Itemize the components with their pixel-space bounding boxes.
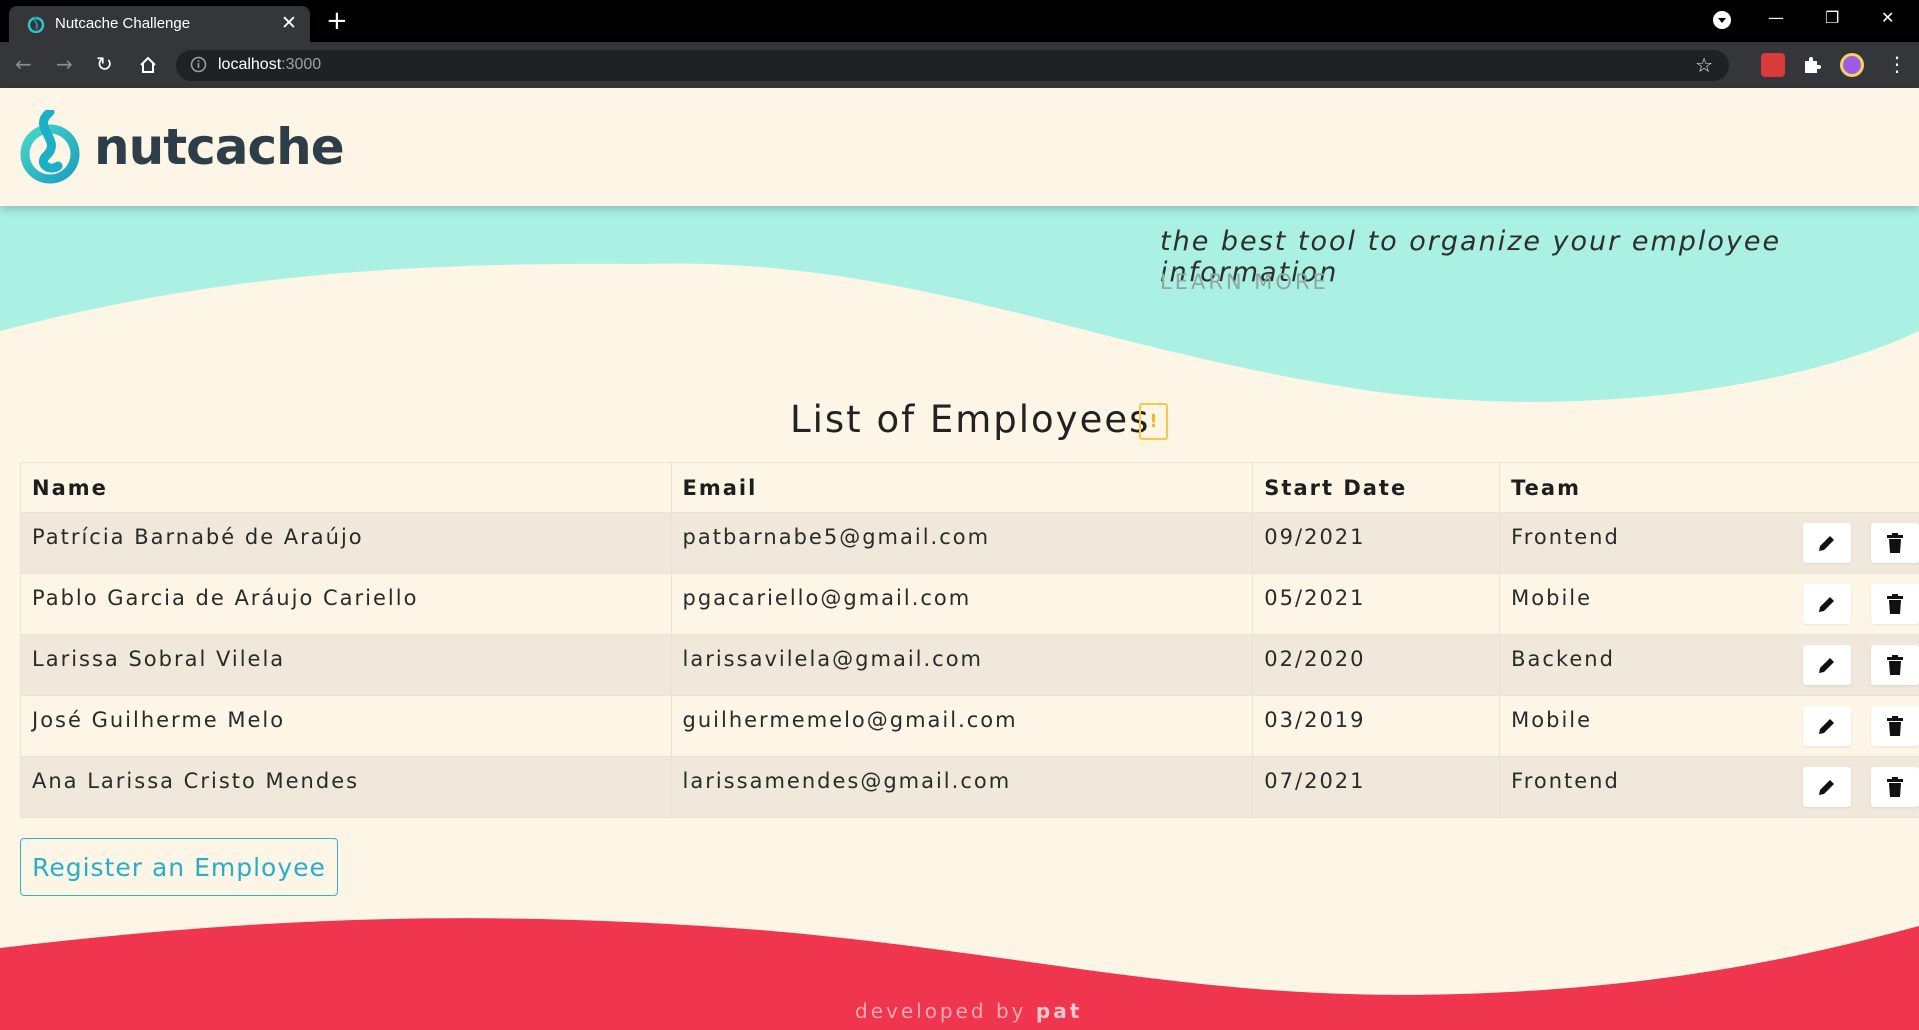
trash-icon xyxy=(1887,655,1903,675)
employee-team: Frontend xyxy=(1499,756,1750,818)
nutcache-favicon-icon xyxy=(27,16,45,33)
learn-more-link[interactable]: LEARN MORE xyxy=(1160,270,1329,294)
employee-name: José Guilherme Melo xyxy=(20,695,672,757)
pencil-icon xyxy=(1819,658,1834,673)
employee-email: larissavilela@gmail.com xyxy=(670,634,1254,696)
employee-start-date: 02/2020 xyxy=(1252,634,1501,696)
pencil-icon xyxy=(1819,597,1834,612)
url-port: :3000 xyxy=(281,56,322,73)
address-bar[interactable]: localhost:3000 ☆ xyxy=(176,50,1729,81)
trash-icon xyxy=(1887,777,1903,797)
register-employee-button[interactable]: Register an Employee xyxy=(20,838,338,896)
footer-credit: developed by pat xyxy=(855,999,1082,1023)
edit-button[interactable] xyxy=(1803,523,1851,563)
browser-tab[interactable]: Nutcache Challenge ✕ xyxy=(9,6,310,42)
employee-start-date: 09/2021 xyxy=(1252,512,1501,574)
table-row: Patrícia Barnabé de Araújo patbarnabe5@g… xyxy=(20,512,1919,574)
back-arrow-icon[interactable]: ← xyxy=(15,52,32,76)
nutcache-logo-icon[interactable] xyxy=(20,110,80,184)
employee-team: Mobile xyxy=(1499,573,1750,635)
extensions-puzzle-icon[interactable] xyxy=(1800,53,1824,77)
delete-button[interactable] xyxy=(1871,645,1919,685)
row-actions xyxy=(1749,634,1919,696)
column-header-team: Team xyxy=(1499,462,1750,513)
employee-email: larissamendes@gmail.com xyxy=(670,756,1254,818)
delete-button[interactable] xyxy=(1871,584,1919,624)
close-window-button[interactable]: ✕ xyxy=(1881,8,1894,27)
home-icon[interactable] xyxy=(138,55,158,75)
employee-team: Backend xyxy=(1499,634,1750,696)
warning-badge-icon[interactable]: ! xyxy=(1139,403,1168,440)
trash-icon xyxy=(1887,533,1903,553)
employee-start-date: 03/2019 xyxy=(1252,695,1501,757)
employee-start-date: 07/2021 xyxy=(1252,756,1501,818)
delete-button[interactable] xyxy=(1871,523,1919,563)
site-info-icon[interactable] xyxy=(190,56,207,73)
row-actions xyxy=(1749,695,1919,757)
profile-dropdown-icon[interactable] xyxy=(1713,11,1731,29)
table-row: José Guilherme Melo guilhermemelo@gmail.… xyxy=(20,695,1919,757)
employee-team: Frontend xyxy=(1499,512,1750,574)
employee-name: Ana Larissa Cristo Mendes xyxy=(20,756,672,818)
column-header-actions xyxy=(1749,462,1919,513)
trash-icon xyxy=(1887,594,1903,614)
edit-button[interactable] xyxy=(1803,584,1851,624)
employee-name: Larissa Sobral Vilela xyxy=(20,634,672,696)
extension-red-icon[interactable] xyxy=(1761,53,1785,77)
table-row: Pablo Garcia de Aráujo Cariello pgacarie… xyxy=(20,573,1919,635)
browser-menu-icon[interactable]: ⋮ xyxy=(1887,52,1907,76)
logo-wordmark[interactable]: nutcache xyxy=(94,118,345,176)
trash-icon xyxy=(1887,716,1903,736)
delete-button[interactable] xyxy=(1871,767,1919,807)
edit-button[interactable] xyxy=(1803,645,1851,685)
table-header-row: Name Email Start Date Team xyxy=(20,462,1919,513)
column-header-start-date: Start Date xyxy=(1252,462,1501,513)
bookmark-star-icon[interactable]: ☆ xyxy=(1695,53,1713,77)
row-actions xyxy=(1749,512,1919,574)
footer-developed-by: developed by xyxy=(855,999,1027,1023)
employee-email: patbarnabe5@gmail.com xyxy=(670,512,1254,574)
employees-table: Name Email Start Date Team Patrícia Barn… xyxy=(20,462,1919,818)
app-header: nutcache xyxy=(0,88,1919,206)
row-actions xyxy=(1749,756,1919,818)
url-text: localhost:3000 xyxy=(218,56,321,74)
pencil-icon xyxy=(1819,719,1834,734)
employee-team: Mobile xyxy=(1499,695,1750,757)
minimize-button[interactable]: — xyxy=(1768,8,1784,27)
pencil-icon xyxy=(1819,536,1834,551)
column-header-name: Name xyxy=(20,462,672,513)
employee-name: Patrícia Barnabé de Araújo xyxy=(20,512,672,574)
restore-button[interactable]: ❐ xyxy=(1825,8,1839,27)
delete-button[interactable] xyxy=(1871,706,1919,746)
tab-close-icon[interactable]: ✕ xyxy=(281,13,297,33)
browser-tab-bar: Nutcache Challenge ✕ + — ❐ ✕ xyxy=(0,0,1919,42)
forward-arrow-icon[interactable]: → xyxy=(56,52,73,76)
table-row: Larissa Sobral Vilela larissavilela@gmai… xyxy=(20,634,1919,696)
reload-icon[interactable]: ↻ xyxy=(96,52,113,76)
pencil-icon xyxy=(1819,780,1834,795)
row-actions xyxy=(1749,573,1919,635)
profile-avatar[interactable] xyxy=(1840,53,1864,77)
employee-start-date: 05/2021 xyxy=(1252,573,1501,635)
employee-name: Pablo Garcia de Aráujo Cariello xyxy=(20,573,672,635)
edit-button[interactable] xyxy=(1803,706,1851,746)
employee-email: guilhermemelo@gmail.com xyxy=(670,695,1254,757)
employee-email: pgacariello@gmail.com xyxy=(670,573,1254,635)
column-header-email: Email xyxy=(670,462,1254,513)
edit-button[interactable] xyxy=(1803,767,1851,807)
new-tab-button[interactable]: + xyxy=(326,6,348,36)
url-host: localhost xyxy=(218,56,282,73)
footer-author[interactable]: pat xyxy=(1036,999,1082,1023)
table-row: Ana Larissa Cristo Mendes larissamendes@… xyxy=(20,756,1919,818)
tab-title: Nutcache Challenge xyxy=(55,15,191,32)
